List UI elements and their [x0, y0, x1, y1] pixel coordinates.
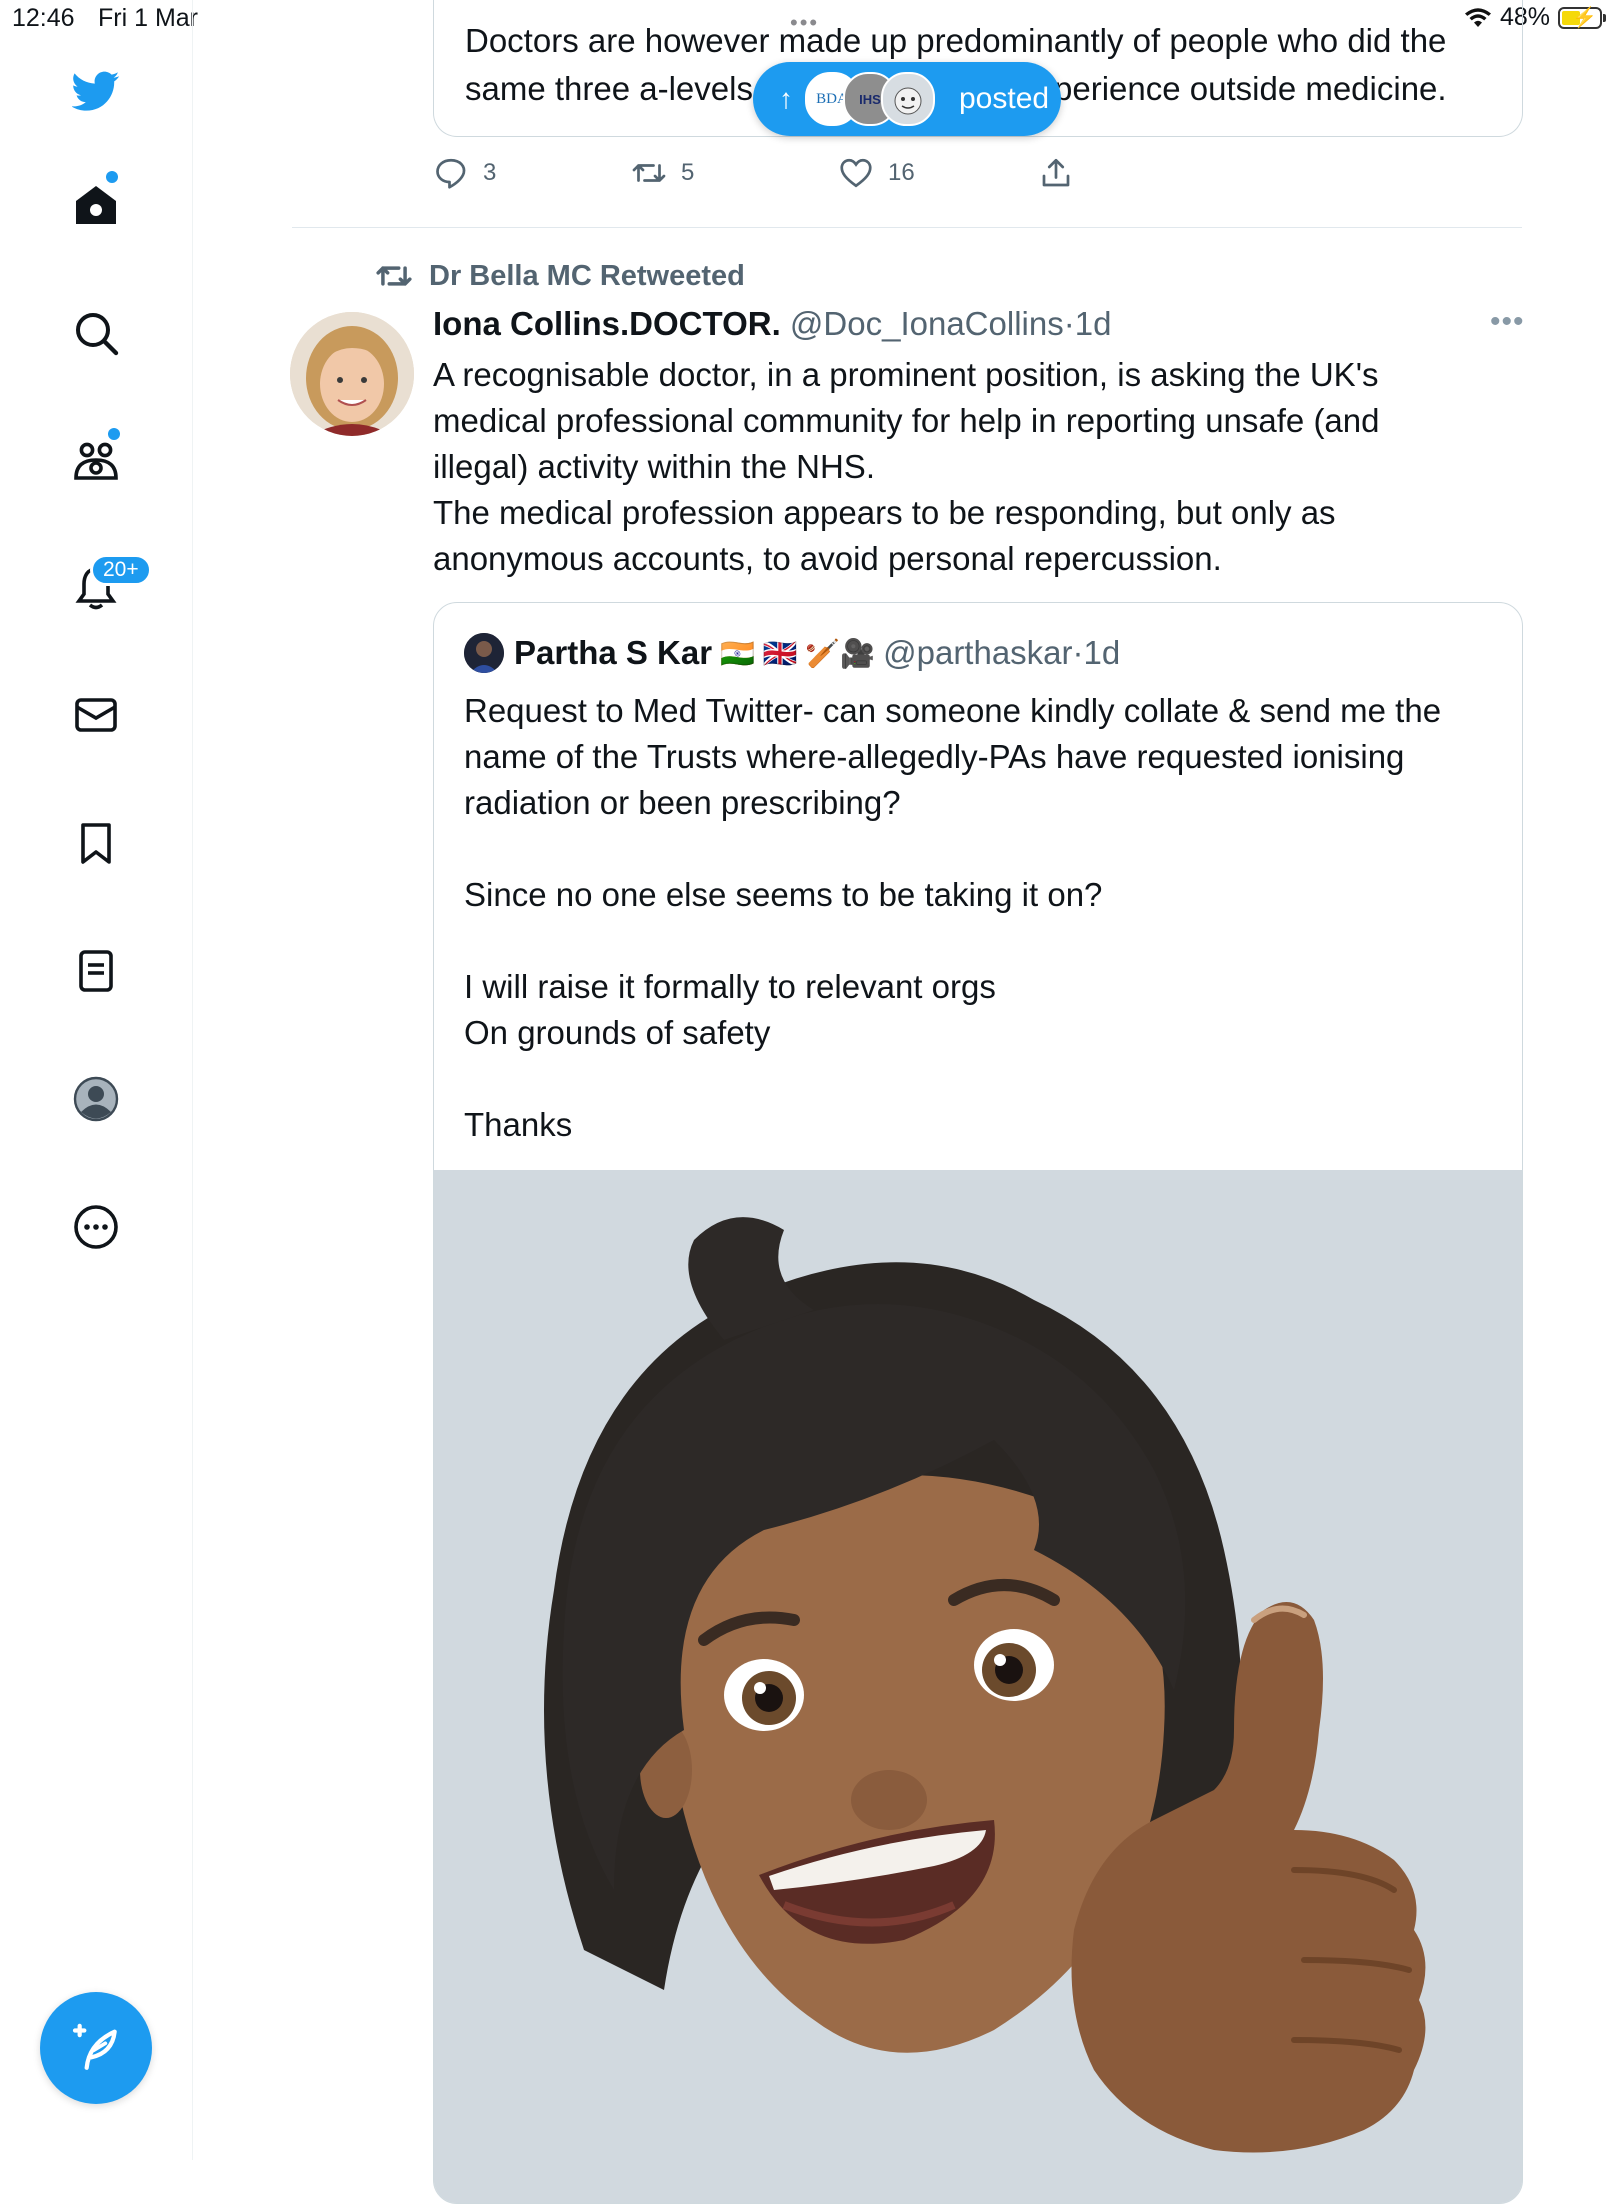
previous-tweet-text-line: same three a-levels [465, 70, 753, 107]
author-name[interactable]: Iona Collins.DOCTOR. [433, 305, 781, 342]
compose-feather-icon [72, 2023, 117, 2070]
new-posts-avatars: BDA IHS [805, 72, 935, 126]
communities-icon [74, 442, 118, 480]
nav-lists[interactable] [56, 931, 136, 1011]
nav-bookmarks[interactable] [56, 803, 136, 883]
retweeted-by-line[interactable]: Dr Bella MC Retweeted [375, 257, 745, 295]
mail-icon [75, 698, 117, 732]
quoted-body-line: Since no one else seems to be taking it … [464, 876, 1103, 913]
retweeted-by-label: Dr Bella MC Retweeted [429, 259, 745, 292]
previous-tweet-text-line: perience outside medicine. [1054, 70, 1447, 107]
share-icon [1042, 158, 1070, 187]
home-notification-dot [106, 171, 118, 183]
bookmark-icon [81, 823, 111, 864]
profile-icon [73, 1076, 119, 1122]
nav-messages[interactable] [56, 675, 136, 755]
quoted-body-line: On grounds of safety [464, 1014, 771, 1051]
author-handle[interactable]: @Doc_IonaCollins [790, 305, 1064, 342]
new-posts-label: posted [959, 82, 1050, 115]
twitter-bird-icon [72, 71, 120, 111]
new-posts-pill[interactable]: ↑ BDA IHS posted [753, 62, 1061, 136]
reply-count: 3 [483, 159, 497, 186]
twitter-logo[interactable] [56, 50, 136, 130]
battery-icon: ⚡ [1558, 6, 1606, 29]
retweet-icon [376, 266, 412, 286]
compose-button[interactable] [40, 1992, 152, 2104]
quoted-body-line [464, 918, 1504, 964]
more-circle-icon [74, 1205, 118, 1249]
avatar-photo [464, 633, 504, 673]
heart-icon [840, 158, 872, 188]
quoted-author-handle[interactable]: @parthaskar [883, 634, 1072, 672]
like-button[interactable]: 16 [838, 155, 915, 191]
share-button[interactable] [1038, 155, 1074, 191]
reply-button[interactable]: 3 [433, 155, 496, 191]
quoted-body-line [464, 826, 1504, 872]
arrow-up-icon: ↑ [779, 83, 793, 114]
quoted-author-name[interactable]: Partha S Kar [514, 634, 712, 672]
separator-dot: · [1072, 634, 1084, 671]
quoted-body-line: name of the Trusts where-allegedly-PAs h… [464, 738, 1405, 775]
quoted-body-line [464, 1056, 1504, 1102]
quoted-body-line: Thanks [464, 1106, 573, 1143]
quoted-body-line: radiation or been prescribing? [464, 784, 901, 821]
reply-icon [436, 158, 466, 189]
retweet-button[interactable]: 5 [631, 155, 694, 191]
tweet-more-button[interactable]: ••• [1490, 305, 1525, 339]
quoted-tweet-card[interactable]: Partha S Kar 🇮🇳 🇬🇧 🏏🎥 @parthaskar · 1d Req… [433, 602, 1523, 2204]
tweet-body-line: A recognisable doctor, in a prominent po… [433, 356, 1379, 393]
search-icon [76, 313, 119, 356]
separator-dot: · [1063, 305, 1075, 342]
home-icon [76, 186, 116, 224]
nav-home[interactable] [56, 165, 136, 245]
tweet-header: Iona Collins.DOCTOR. @Doc_IonaCollins·1d [433, 305, 1111, 343]
tweet-body: A recognisable doctor, in a prominent po… [433, 352, 1513, 582]
nav-communities[interactable] [56, 420, 136, 500]
nav-more[interactable] [56, 1187, 136, 1267]
sidebar: 20+ [0, 0, 193, 2160]
retweet-count: 5 [681, 159, 695, 186]
quoted-tweet-image[interactable] [434, 1170, 1522, 2203]
retweet-icon [632, 164, 666, 182]
quoted-tweet-body: Request to Med Twitter- can someone kind… [464, 688, 1504, 1148]
tweet-time[interactable]: 1d [1075, 305, 1112, 342]
quoted-tweet-header: Partha S Kar 🇮🇳 🇬🇧 🏏🎥 @parthaskar · 1d [464, 633, 1120, 673]
tweet-body-line: The medical profession appears to be res… [433, 494, 1336, 531]
lists-icon [79, 950, 113, 992]
avatar-photo [290, 312, 414, 436]
tweet-divider [292, 227, 1522, 228]
avatar [881, 72, 935, 126]
quoted-tweet-time[interactable]: 1d [1084, 634, 1121, 672]
nav-explore[interactable] [56, 293, 136, 373]
previous-tweet-actions: 3 5 16 [433, 155, 1133, 199]
quoted-author-emojis: 🇮🇳 🇬🇧 🏏🎥 [720, 637, 876, 669]
quoted-author-avatar[interactable] [464, 633, 504, 673]
tweet-body-line: illegal) activity within the NHS. [433, 448, 875, 485]
nav-profile[interactable] [56, 1059, 136, 1139]
cartoon-face-icon [894, 87, 922, 115]
quoted-body-line: Request to Med Twitter- can someone kind… [464, 692, 1442, 729]
tweet-body-line: medical professional community for help … [433, 402, 1380, 439]
quoted-body-line: I will raise it formally to relevant org… [464, 968, 996, 1005]
memoji-thumbs-up-image [434, 1170, 1522, 2203]
tweet-body-line: anonymous accounts, to avoid personal re… [433, 540, 1222, 577]
like-count: 16 [888, 159, 915, 186]
notifications-badge: 20+ [90, 554, 152, 586]
communities-notification-dot [108, 428, 120, 440]
previous-tweet-text-line: Doctors are however made up predominantl… [465, 22, 1447, 59]
author-avatar[interactable] [290, 312, 414, 436]
